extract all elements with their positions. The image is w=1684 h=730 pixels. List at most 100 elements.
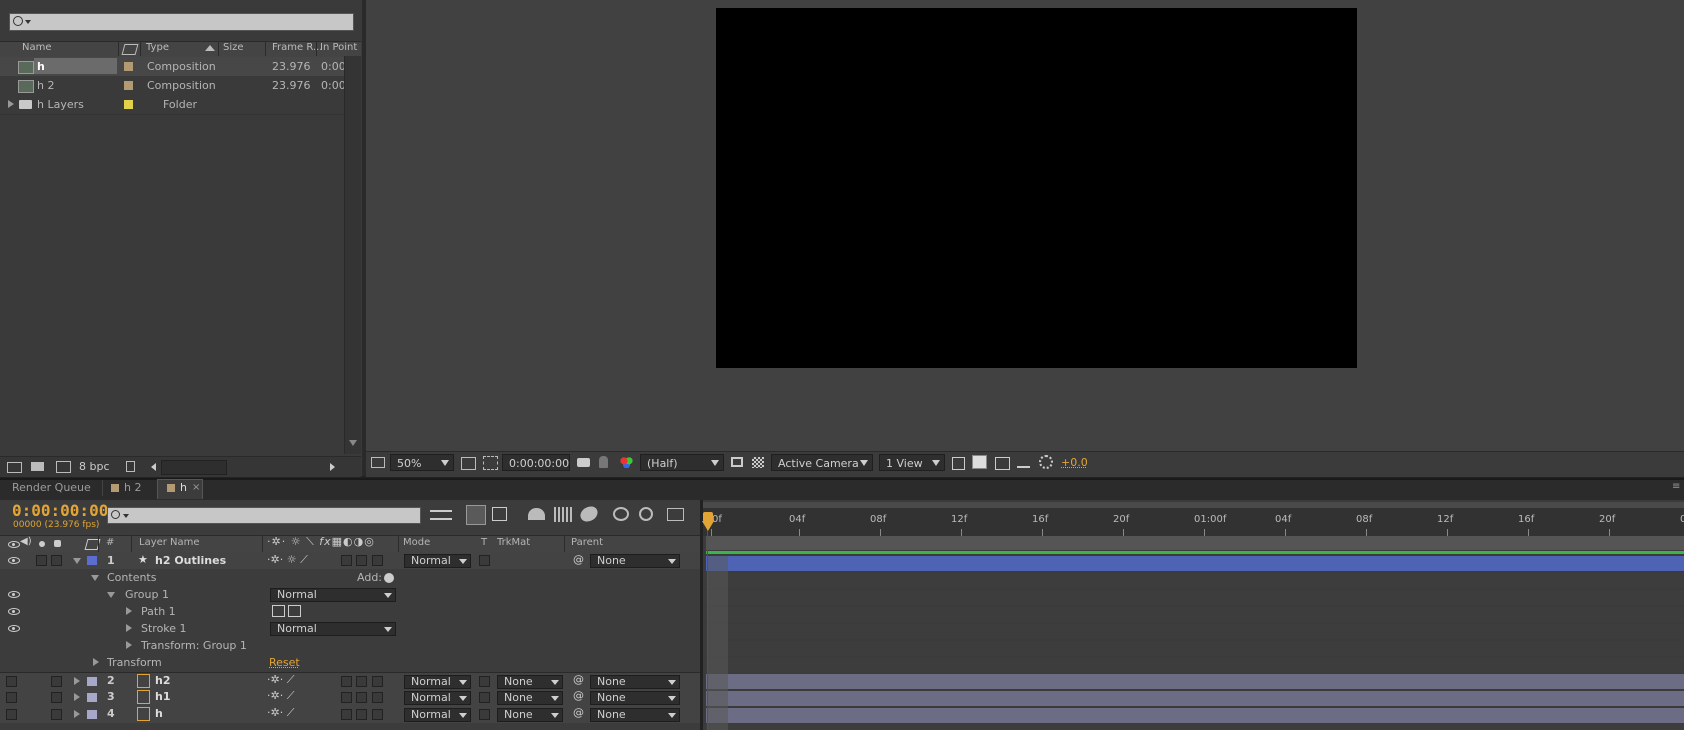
fast-previews-toggle-icon[interactable] xyxy=(972,455,987,469)
track-matte-dropdown[interactable]: None xyxy=(497,691,563,705)
new-composition-icon[interactable] xyxy=(56,461,71,473)
switch-box[interactable] xyxy=(341,692,352,703)
layer-parent-dropdown[interactable]: None xyxy=(590,675,680,689)
project-item-h2[interactable]: h 2 Composition 23.976 0:00 xyxy=(0,76,346,95)
switch-box[interactable] xyxy=(341,555,352,566)
layer-row-4[interactable]: 4 h ·✲· ⟋ Normal None @ None xyxy=(0,706,700,723)
visibility-eye-icon[interactable] xyxy=(8,557,20,564)
layer-switches[interactable]: ·✲· ⟋ xyxy=(267,706,294,720)
stopwatch-icon[interactable] xyxy=(639,507,653,521)
panel-menu-icon[interactable]: ≡ xyxy=(1672,481,1680,492)
visibility-eye-icon[interactable] xyxy=(8,591,20,598)
expand-arrow-icon[interactable] xyxy=(126,607,132,615)
layer-mode-dropdown[interactable]: Normal xyxy=(404,691,471,705)
region-of-interest-icon[interactable] xyxy=(483,456,498,470)
layer-name[interactable]: h1 xyxy=(155,690,171,703)
path-direction-reverse-icon[interactable] xyxy=(288,605,301,617)
label-color-swatch[interactable] xyxy=(124,62,133,71)
column-t[interactable]: T xyxy=(481,537,487,548)
visibility-eye-icon[interactable] xyxy=(8,625,20,632)
fast-previews-icon[interactable] xyxy=(731,457,743,467)
property-transform-group-1[interactable]: Transform: Group 1 xyxy=(0,637,700,654)
layer-name[interactable]: h2 Outlines xyxy=(155,554,226,567)
switch-box[interactable] xyxy=(356,555,367,566)
project-item-h-layers[interactable]: h Layers Folder xyxy=(0,95,344,114)
layer-bar-4[interactable] xyxy=(706,708,1684,723)
time-navigator[interactable] xyxy=(703,502,1684,508)
horizontal-scrollbar[interactable] xyxy=(161,460,227,475)
video-switch[interactable] xyxy=(6,709,17,720)
layer-switches[interactable]: ·✲· ⟋ xyxy=(267,689,294,703)
track-matte-dropdown[interactable]: None xyxy=(497,708,563,722)
close-tab-icon[interactable]: × xyxy=(192,482,200,493)
layer-parent-dropdown[interactable]: None xyxy=(590,708,680,722)
view-layout-dropdown[interactable]: 1 View xyxy=(879,454,945,471)
expand-arrow-icon[interactable] xyxy=(74,677,80,685)
timeline-search-input[interactable] xyxy=(107,507,421,524)
collapse-arrow-icon[interactable] xyxy=(91,575,99,581)
switches-icons[interactable]: ·✲· ☼ ⟍ fx▦◐◑◎ xyxy=(267,535,375,549)
new-folder-icon[interactable] xyxy=(31,462,44,471)
property-transform[interactable]: Transform Reset xyxy=(0,654,700,671)
resolution-dropdown[interactable]: (Half) xyxy=(640,454,724,471)
channel-rgb-icon[interactable] xyxy=(620,456,633,468)
switch-box[interactable] xyxy=(372,676,383,687)
column-parent[interactable]: Parent xyxy=(571,537,603,548)
collapse-arrow-icon[interactable] xyxy=(107,592,115,598)
property-stroke-1[interactable]: Stroke 1 Normal xyxy=(0,620,700,637)
preserve-transparency-switch[interactable] xyxy=(479,676,490,687)
work-area-bar[interactable] xyxy=(706,536,1684,550)
layer-bar-1[interactable] xyxy=(706,556,1684,571)
lock-switch[interactable] xyxy=(51,709,62,720)
layer-name[interactable]: h2 xyxy=(155,674,171,687)
magnification-dropdown[interactable]: 50% xyxy=(390,454,454,471)
layer-parent-dropdown[interactable]: None xyxy=(590,691,680,705)
layer-bar-3[interactable] xyxy=(706,691,1684,706)
project-scrollbar[interactable] xyxy=(344,56,361,454)
expand-arrow-icon[interactable] xyxy=(74,693,80,701)
layer-label-swatch[interactable] xyxy=(87,710,97,719)
camera-view-dropdown[interactable]: Active Camera xyxy=(771,454,873,471)
column-number[interactable]: # xyxy=(106,537,114,548)
expand-arrow-icon[interactable] xyxy=(126,624,132,632)
label-color-swatch[interactable] xyxy=(124,81,133,90)
path-direction-icon[interactable] xyxy=(272,605,285,617)
video-switch[interactable] xyxy=(6,692,17,703)
always-preview-icon[interactable] xyxy=(371,457,385,468)
column-mode[interactable]: Mode xyxy=(403,537,430,548)
camera-snapshot-icon[interactable] xyxy=(577,458,590,467)
pick-whip-icon[interactable]: @ xyxy=(573,553,584,566)
layer-switches[interactable]: ·✲· ⟋ xyxy=(267,673,294,687)
composition-mini-flowchart-icon[interactable] xyxy=(430,510,452,520)
tab-h[interactable]: h xyxy=(180,478,187,498)
collapse-arrow-icon[interactable] xyxy=(73,558,81,564)
show-snapshot-icon[interactable] xyxy=(599,456,608,468)
switch-box[interactable] xyxy=(356,692,367,703)
visibility-eye-icon[interactable] xyxy=(8,608,20,615)
column-layer-name[interactable]: Layer Name xyxy=(139,537,200,548)
toggle-pixel-aspect-icon[interactable] xyxy=(952,457,965,470)
layer-mode-dropdown[interactable]: Normal xyxy=(404,708,471,722)
layer-label-swatch[interactable] xyxy=(87,693,97,702)
layer-label-swatch[interactable] xyxy=(87,556,97,565)
lock-switch[interactable] xyxy=(51,676,62,687)
safe-zones-icon[interactable] xyxy=(461,457,476,470)
brainstorm-icon[interactable] xyxy=(667,508,684,521)
playhead-marker-icon[interactable] xyxy=(702,521,714,531)
exposure-icon[interactable] xyxy=(1039,455,1053,469)
pick-whip-icon[interactable]: @ xyxy=(573,689,584,702)
switch-box[interactable] xyxy=(341,709,352,720)
add-menu-icon[interactable] xyxy=(384,573,394,583)
hide-shy-layers-icon[interactable] xyxy=(528,508,545,520)
column-size[interactable]: Size xyxy=(223,42,244,53)
stroke-blend-mode-dropdown[interactable]: Normal xyxy=(270,622,396,636)
live-update-icon[interactable] xyxy=(466,505,486,525)
pick-whip-icon[interactable]: @ xyxy=(573,706,584,719)
layer-mode-dropdown[interactable]: Normal xyxy=(404,675,471,689)
layer-row-2[interactable]: 2 h2 ·✲· ⟋ Normal None @ None xyxy=(0,672,700,690)
column-name[interactable]: Name xyxy=(22,42,52,53)
expand-arrow-icon[interactable] xyxy=(93,658,99,666)
track-matte-dropdown[interactable]: None xyxy=(497,675,563,689)
layer-switches[interactable]: ·✲· ☼ ⟋ xyxy=(267,553,308,567)
scroll-right-icon[interactable] xyxy=(330,463,335,471)
